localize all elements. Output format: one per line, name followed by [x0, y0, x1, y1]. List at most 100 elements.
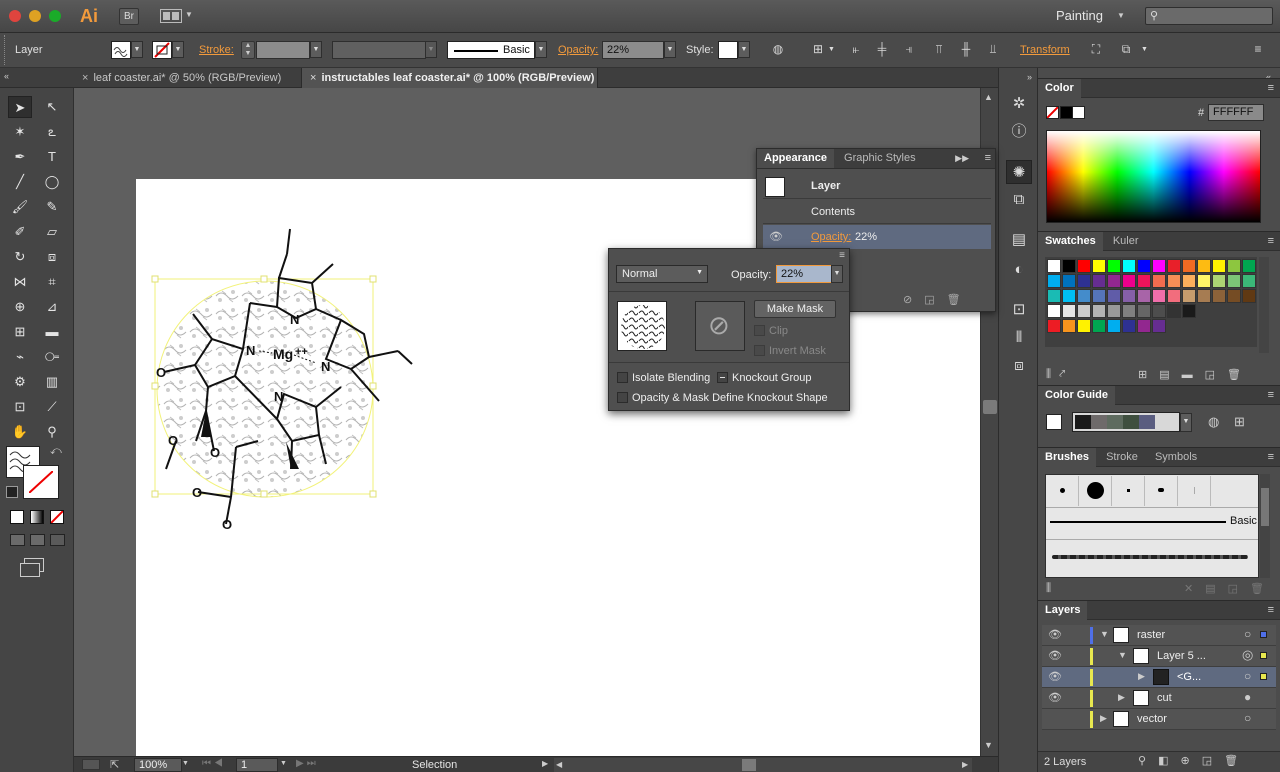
swatch-grid[interactable]: [1045, 257, 1257, 347]
column-graph-tool-icon[interactable]: ▥: [40, 371, 64, 393]
swatch[interactable]: [1182, 289, 1196, 303]
brush-item[interactable]: [1146, 476, 1178, 506]
panel-menu-icon[interactable]: ≡: [1268, 232, 1274, 251]
layer-name[interactable]: Layer 5 ...: [1157, 650, 1206, 662]
eye-icon[interactable]: 👁: [1048, 670, 1062, 683]
tab-instructables-leaf-coaster[interactable]: × instructables leaf coaster.ai* @ 100% (…: [302, 68, 598, 88]
symbol-sprayer-tool-icon[interactable]: ⚙: [8, 371, 32, 393]
swatch[interactable]: [1047, 304, 1061, 318]
brush-definition[interactable]: Basic: [447, 41, 535, 59]
basic-brush-stroke[interactable]: [1050, 521, 1226, 523]
swatch[interactable]: [1137, 259, 1151, 273]
tab-swatches[interactable]: Swatches: [1038, 232, 1103, 251]
draw-normal-icon[interactable]: [10, 534, 25, 546]
swatch[interactable]: [1137, 274, 1151, 288]
isolate-blending-checkbox[interactable]: [617, 372, 628, 383]
brushes-list[interactable]: Basic: [1045, 474, 1259, 578]
variable-width-dropdown[interactable]: ▼: [425, 41, 437, 58]
variable-width-profile[interactable]: [332, 41, 426, 59]
brush-options-icon[interactable]: ▤: [1205, 583, 1227, 595]
align-bottom-icon[interactable]: ⫫: [983, 42, 1003, 57]
close-icon[interactable]: ×: [82, 72, 88, 84]
scroll-thumb[interactable]: [742, 759, 756, 771]
brushes-scrollbar[interactable]: [1260, 474, 1270, 578]
delete-layer-icon[interactable]: 🗑: [1224, 755, 1250, 767]
swatch[interactable]: [1242, 259, 1256, 273]
swatch[interactable]: [1122, 259, 1136, 273]
horizontal-scrollbar[interactable]: ◀ ▶: [554, 758, 972, 772]
artboard-number-input[interactable]: 1: [236, 758, 278, 772]
target-circle-icon[interactable]: ○: [1244, 669, 1251, 683]
zoom-tool-icon[interactable]: ⚲: [40, 421, 64, 443]
scroll-up-icon[interactable]: ▲: [984, 92, 993, 102]
target-appearance-icon[interactable]: ◎: [1242, 647, 1253, 663]
reflect-icon[interactable]: ⧉: [1116, 42, 1136, 57]
brush-dropdown[interactable]: ▼: [535, 41, 547, 58]
expand-triangle-icon[interactable]: ▼: [1100, 629, 1109, 639]
graphic-styles-icon[interactable]: ⧉: [1006, 188, 1032, 212]
swatch[interactable]: [1152, 304, 1166, 318]
target-circle-icon[interactable]: ●: [1244, 690, 1251, 704]
layer-name[interactable]: vector: [1137, 713, 1167, 725]
current-tool-status[interactable]: Selection: [412, 759, 457, 771]
paintbrush-tool-icon[interactable]: 🖌: [8, 196, 32, 218]
appearance-contents-row[interactable]: Contents: [763, 200, 991, 224]
panel-menu-icon[interactable]: ≡: [1268, 448, 1274, 467]
swap-fill-stroke-icon[interactable]: ⤺: [50, 445, 62, 458]
tab-brushes[interactable]: Brushes: [1038, 448, 1097, 467]
new-brush-icon[interactable]: ◲: [1228, 583, 1250, 595]
align-panel-icon[interactable]: ⫴: [1006, 326, 1032, 350]
align-vertical-center-icon[interactable]: ╫: [956, 42, 976, 56]
blend-mode-select[interactable]: Normal ▼: [616, 265, 708, 283]
tab-stroke[interactable]: Stroke: [1099, 448, 1145, 467]
gradient-panel-icon[interactable]: ▤: [1006, 228, 1032, 252]
line-segment-tool-icon[interactable]: ╱: [8, 171, 32, 193]
swatch[interactable]: [1182, 274, 1196, 288]
blob-brush-tool-icon[interactable]: ✐: [8, 221, 32, 243]
appearance-item-row[interactable]: Layer: [763, 175, 991, 199]
swatch-kind-icon[interactable]: ⤤: [1059, 368, 1073, 380]
tab-appearance[interactable]: Appearance: [757, 149, 834, 168]
invert-mask-checkbox[interactable]: [754, 345, 765, 356]
swatch[interactable]: [1137, 289, 1151, 303]
swatch[interactable]: [1197, 289, 1211, 303]
panel-menu-icon[interactable]: ≡: [839, 250, 845, 261]
eye-icon[interactable]: 👁: [1048, 691, 1062, 704]
knockout-group-checkbox[interactable]: [717, 372, 728, 383]
stroke-weight-stepper[interactable]: ▲ ▼: [241, 41, 255, 59]
swatch[interactable]: [1197, 259, 1211, 273]
tab-layers[interactable]: Layers: [1038, 601, 1088, 620]
collapse-panel-icon[interactable]: ▶▶: [955, 149, 969, 168]
swatch[interactable]: [1167, 304, 1181, 318]
swatch-libraries-icon[interactable]: ⫼: [1046, 368, 1059, 380]
magic-wand-tool-icon[interactable]: ✶: [8, 121, 32, 143]
fill-dropdown[interactable]: ▼: [131, 41, 143, 58]
eyedropper-tool-icon[interactable]: ⌁: [8, 346, 32, 368]
opacity-mask-thumbnail[interactable]: ⊘: [695, 301, 745, 351]
layer-name[interactable]: cut: [1157, 692, 1172, 704]
ellipse-tool-icon[interactable]: ◯: [40, 171, 64, 193]
selection-indicator[interactable]: [1260, 673, 1267, 680]
selection-indicator[interactable]: [1260, 631, 1267, 638]
opacity-input[interactable]: 22%: [602, 41, 664, 59]
swatch[interactable]: [1122, 304, 1136, 318]
swatch[interactable]: [1212, 289, 1226, 303]
stroke-dropdown[interactable]: ▼: [172, 41, 184, 58]
panel-menu-icon[interactable]: ≡: [1268, 601, 1274, 620]
swatch[interactable]: [1047, 289, 1061, 303]
hand-tool-icon[interactable]: ✋: [8, 421, 32, 443]
swatch[interactable]: [1092, 274, 1106, 288]
swatch[interactable]: [1062, 304, 1076, 318]
swatch[interactable]: [1227, 274, 1241, 288]
base-color-swatch[interactable]: [1046, 414, 1062, 430]
close-icon[interactable]: ×: [310, 72, 316, 84]
new-sublayer-icon[interactable]: ⊕: [1180, 755, 1201, 767]
pathfinder-icon[interactable]: ⧈: [1006, 354, 1032, 378]
swatch[interactable]: [1062, 274, 1076, 288]
stroke-swatch[interactable]: [152, 41, 172, 59]
swatch[interactable]: [1227, 289, 1241, 303]
swatch[interactable]: [1212, 274, 1226, 288]
scroll-down-icon[interactable]: ▼: [984, 740, 993, 750]
remove-brush-stroke-icon[interactable]: ✕: [1184, 583, 1205, 595]
charcoal-brush-stroke[interactable]: [1052, 555, 1248, 559]
